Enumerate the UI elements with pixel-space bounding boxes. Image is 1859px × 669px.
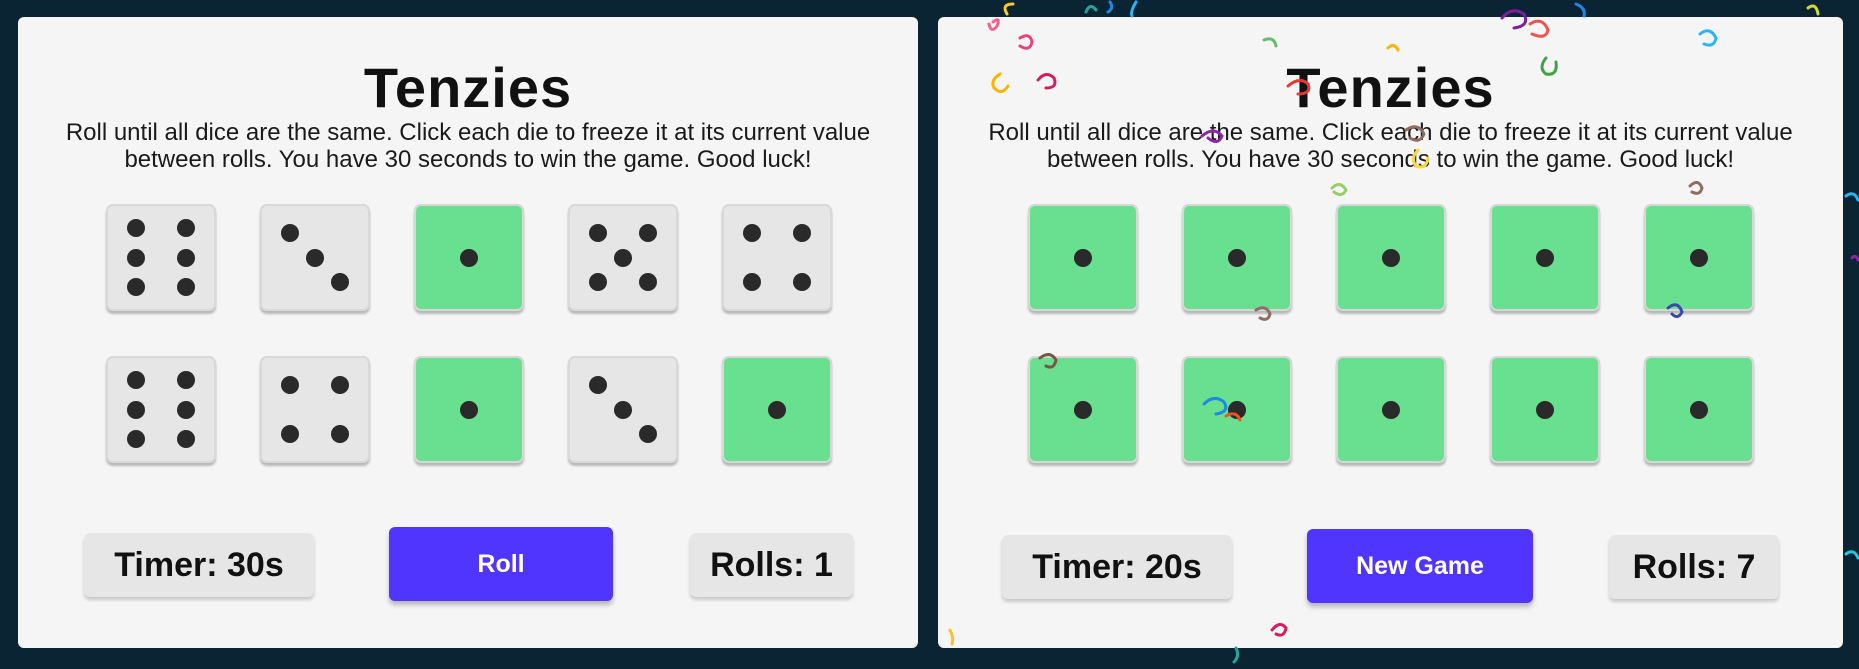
game-instructions: Roll until all dice are the same. Click …: [65, 119, 871, 173]
die-pip: [588, 223, 607, 242]
die-pip: [460, 400, 478, 419]
die[interactable]: [568, 356, 678, 463]
die-pip: [177, 370, 196, 389]
game-title: Tenzies: [1286, 56, 1495, 119]
die-pip: [280, 375, 299, 394]
game-instructions: Roll until all dice are the same. Click …: [988, 119, 1793, 173]
die-pip: [1536, 248, 1554, 267]
die-pip: [280, 425, 299, 444]
die-pip: [1228, 248, 1246, 267]
die-pip: [793, 273, 812, 292]
die-pip: [742, 273, 761, 292]
die-pip: [177, 278, 196, 297]
die[interactable]: [1490, 204, 1600, 311]
die-pip: [331, 273, 350, 292]
die-pip: [588, 273, 607, 292]
die[interactable]: [260, 356, 370, 463]
die-pip: [177, 218, 196, 237]
new-game-button[interactable]: New Game: [1307, 529, 1533, 603]
die-pip: [1074, 400, 1092, 419]
die-pip: [331, 375, 350, 394]
die[interactable]: [1336, 356, 1446, 463]
die-pip: [588, 375, 607, 394]
rolls-counter: Rolls: 7: [1609, 535, 1779, 599]
die[interactable]: [414, 356, 524, 463]
die-pip: [126, 278, 145, 297]
timer-display: Timer: 20s: [1002, 535, 1232, 599]
game-title: Tenzies: [363, 56, 573, 119]
die-pip: [460, 248, 478, 267]
die[interactable]: [722, 204, 832, 311]
die-pip: [177, 400, 196, 419]
die[interactable]: [106, 204, 216, 311]
dice-grid: [1028, 204, 1754, 463]
die-pip: [126, 248, 145, 267]
die-pip: [768, 400, 786, 419]
die-pip: [1690, 248, 1708, 267]
die[interactable]: [1182, 204, 1292, 311]
die-pip: [126, 218, 145, 237]
die-pip: [280, 223, 299, 242]
die[interactable]: [1644, 204, 1754, 311]
die[interactable]: [1028, 204, 1138, 311]
die-pip: [1074, 248, 1092, 267]
die[interactable]: [1336, 204, 1446, 311]
die[interactable]: [1644, 356, 1754, 463]
die-pip: [126, 370, 145, 389]
die-pip: [331, 425, 350, 444]
die-pip: [1690, 400, 1708, 419]
die-pip: [639, 223, 658, 242]
die[interactable]: [1028, 356, 1138, 463]
die-pip: [177, 430, 196, 449]
die[interactable]: [722, 356, 832, 463]
die[interactable]: [414, 204, 524, 311]
rolls-counter: Rolls: 1: [690, 533, 853, 597]
game-card-right: Tenzies Roll until all dice are the same…: [938, 17, 1843, 648]
die-pip: [614, 400, 632, 419]
roll-button[interactable]: Roll: [389, 527, 613, 601]
die-pip: [1228, 400, 1246, 419]
dice-grid: [106, 204, 832, 463]
die-pip: [306, 248, 324, 267]
die[interactable]: [106, 356, 216, 463]
die-pip: [177, 248, 196, 267]
die-pip: [639, 425, 658, 444]
die[interactable]: [1182, 356, 1292, 463]
die-pip: [1382, 248, 1400, 267]
die-pip: [126, 400, 145, 419]
die-pip: [614, 248, 632, 267]
die-pip: [1382, 400, 1400, 419]
die-pip: [639, 273, 658, 292]
die[interactable]: [260, 204, 370, 311]
game-card-left: Tenzies Roll until all dice are the same…: [18, 17, 918, 648]
die-pip: [1536, 400, 1554, 419]
timer-display: Timer: 30s: [84, 533, 314, 597]
die[interactable]: [568, 204, 678, 311]
die-pip: [793, 223, 812, 242]
die-pip: [742, 223, 761, 242]
die[interactable]: [1490, 356, 1600, 463]
die-pip: [126, 430, 145, 449]
